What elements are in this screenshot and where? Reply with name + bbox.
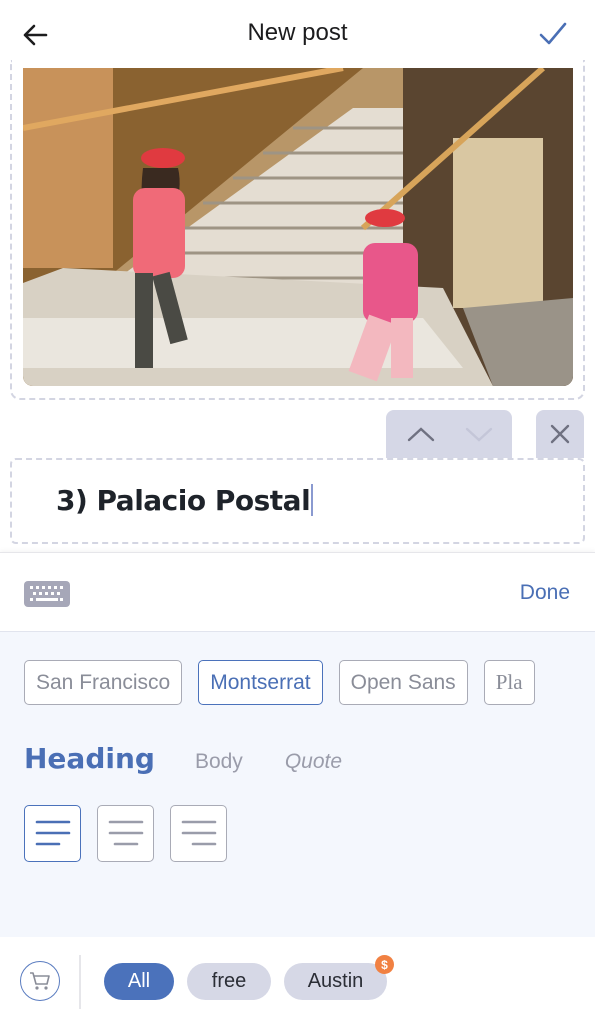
store-button[interactable] [20, 961, 60, 1001]
align-right-button[interactable] [170, 805, 227, 862]
font-selector: San Francisco Montserrat Open Sans Pla [24, 660, 535, 705]
chevron-down-icon[interactable] [464, 424, 494, 444]
align-center-button[interactable] [97, 805, 154, 862]
alignment-selector [24, 805, 227, 862]
style-heading[interactable]: Heading [24, 742, 155, 775]
style-body[interactable]: Body [195, 750, 243, 774]
divider [79, 955, 81, 1009]
page-title: New post [247, 19, 348, 46]
text-style-selector: Heading Body Quote [24, 742, 342, 775]
cart-icon [30, 972, 50, 990]
font-filter-bar: All free Austin $ [0, 937, 595, 1024]
text-block-value: 3) Palacio Postal [56, 484, 311, 517]
text-block[interactable]: 3) Palacio Postal [10, 458, 585, 544]
text-block-content[interactable]: 3) Palacio Postal [56, 484, 314, 517]
align-right-icon [181, 820, 217, 846]
header: New post [0, 0, 595, 68]
filter-chip-label: free [211, 970, 247, 992]
move-controls [386, 410, 512, 458]
paid-badge: $ [375, 955, 394, 974]
confirm-button[interactable] [537, 18, 569, 50]
keyboard-icon[interactable] [24, 581, 70, 607]
align-left-button[interactable] [24, 805, 81, 862]
post-photo[interactable] [23, 68, 573, 386]
align-left-icon [35, 820, 71, 846]
new-post-screen: New post 3) Palacio Postal Done San Fran… [0, 0, 595, 1024]
filter-chip-all[interactable]: All [104, 963, 174, 1000]
filter-chips: All free Austin $ [104, 955, 394, 1000]
photo-illustration [23, 68, 573, 386]
font-option-playfair[interactable]: Pla [483, 660, 535, 705]
font-option-san-francisco[interactable]: San Francisco [24, 660, 183, 705]
text-caret [311, 484, 314, 516]
filter-chip-label: Austin [307, 970, 364, 992]
font-option-montserrat[interactable]: Montserrat [198, 660, 323, 705]
align-center-icon [108, 820, 144, 846]
checkmark-icon [539, 22, 567, 45]
format-panel: San Francisco Montserrat Open Sans Pla H… [0, 632, 595, 937]
filter-chip-label: All [127, 970, 151, 992]
filter-chip-austin[interactable]: Austin $ [284, 955, 394, 1000]
keyboard-toolbar: Done [0, 552, 595, 632]
close-icon [550, 424, 570, 444]
font-option-open-sans[interactable]: Open Sans [338, 660, 468, 705]
style-quote[interactable]: Quote [285, 750, 342, 774]
chevron-up-icon[interactable] [406, 424, 436, 444]
done-button[interactable]: Done [520, 581, 570, 605]
filter-chip-free[interactable]: free [187, 963, 271, 1000]
delete-block-button[interactable] [536, 410, 584, 458]
